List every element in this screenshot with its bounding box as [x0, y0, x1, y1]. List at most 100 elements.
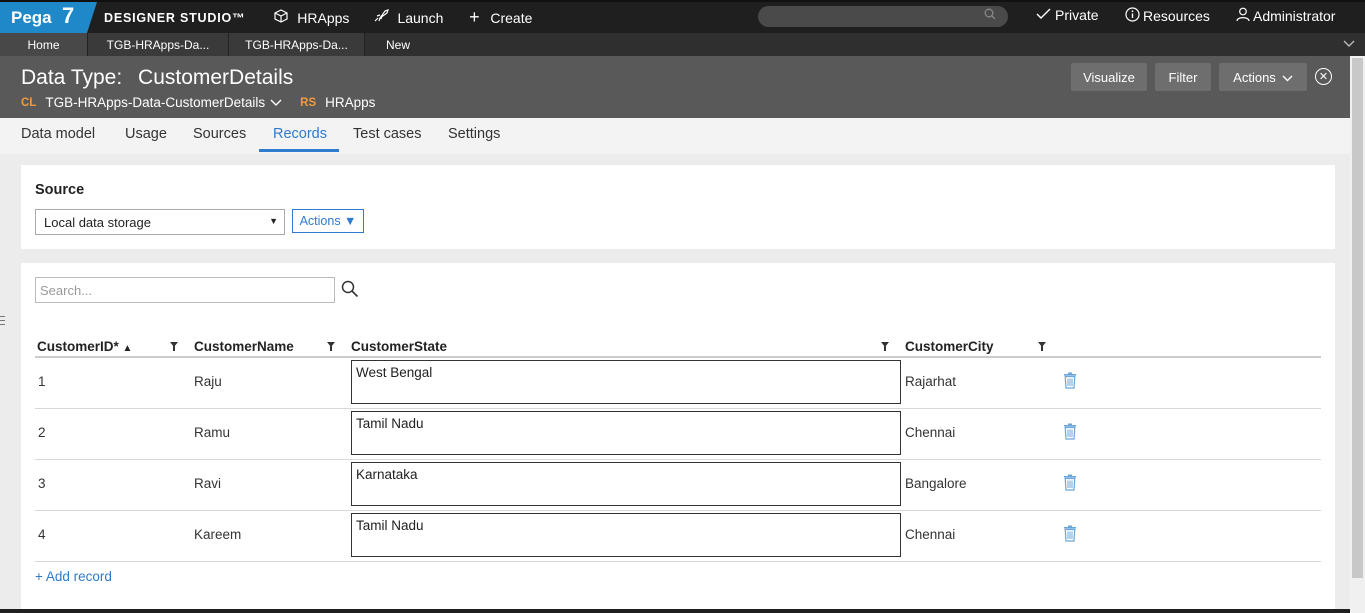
customerid-header-label: CustomerID*: [37, 339, 119, 354]
nav-launch-label: Launch: [397, 9, 444, 26]
administrator-menu[interactable]: Administrator: [1236, 7, 1335, 25]
records-panel: Search... CustomerID* ▲ CustomerName Cus…: [21, 263, 1335, 613]
panel-resize-handle[interactable]: [0, 316, 5, 325]
dropdown-arrow-icon: ▼: [269, 216, 278, 226]
info-icon: [1125, 7, 1140, 25]
logo-version: 7: [62, 3, 75, 28]
table-row: 4 Kareem Tamil Nadu Chennai: [35, 511, 1321, 562]
cell-customercity: Rajarhat: [905, 374, 957, 389]
scrollbar-thumb[interactable]: [1352, 58, 1363, 578]
cell-customerid: 3: [38, 476, 46, 491]
tab-sources[interactable]: Sources: [193, 126, 246, 142]
column-header-customercity[interactable]: CustomerCity: [905, 339, 994, 354]
plus-icon: +: [469, 7, 480, 27]
customerstate-input[interactable]: West Bengal: [351, 360, 901, 404]
tab-usage[interactable]: Usage: [125, 126, 167, 142]
class-value[interactable]: TGB-HRApps-Data-CustomerDetails: [45, 95, 265, 110]
filter-icon[interactable]: [170, 342, 178, 351]
cell-customerid: 1: [38, 374, 46, 389]
close-icon[interactable]: ✕: [1315, 68, 1332, 85]
check-icon: [1036, 7, 1051, 23]
global-search-input[interactable]: [758, 6, 1008, 27]
page-title: Data Type: CustomerDetails: [21, 66, 293, 90]
source-panel: Source Local data storage ▼ Actions ▼: [21, 165, 1335, 249]
cell-customername: Kareem: [194, 527, 242, 542]
trash-icon[interactable]: [1063, 372, 1077, 389]
source-select[interactable]: Local data storage ▼: [35, 209, 285, 235]
table-row: 3 Ravi Karnataka Bangalore: [35, 460, 1321, 511]
trash-icon[interactable]: [1063, 525, 1077, 542]
actions-label: Actions: [1233, 69, 1276, 85]
tab-tgb-hrapps-2[interactable]: TGB-HRApps-Da...: [229, 33, 365, 56]
private-link[interactable]: Private: [1036, 7, 1099, 23]
work-tab-strip: Home TGB-HRApps-Da... TGB-HRApps-Da... N…: [0, 33, 1365, 56]
rule-header: Data Type: CustomerDetails CL TGB-HRApps…: [0, 56, 1350, 118]
source-label: Source: [35, 182, 85, 198]
cell-customerid: 2: [38, 425, 46, 440]
actions-button[interactable]: Actions: [1219, 63, 1307, 91]
studio-name: DESIGNER STUDIO™: [104, 10, 246, 25]
customerstate-input[interactable]: Tamil Nadu: [351, 411, 901, 455]
active-tab-indicator: [259, 149, 339, 152]
logo-text: Pega: [11, 7, 52, 27]
source-actions-button[interactable]: Actions ▼: [292, 209, 364, 233]
private-label: Private: [1055, 7, 1099, 23]
resources-label: Resources: [1143, 8, 1210, 24]
cell-customercity: Chennai: [905, 425, 956, 440]
title-name: CustomerDetails: [138, 66, 294, 89]
visualize-button[interactable]: Visualize: [1071, 63, 1147, 91]
column-header-customerid[interactable]: CustomerID* ▲: [37, 339, 132, 354]
nav-hrapps[interactable]: HRApps: [273, 9, 349, 26]
column-header-customername[interactable]: CustomerName: [194, 339, 294, 354]
administrator-label: Administrator: [1253, 8, 1336, 24]
class-tag: CL: [21, 96, 37, 109]
ruleset-tag: RS: [300, 96, 317, 109]
rule-meta: CL TGB-HRApps-Data-CustomerDetails RS HR…: [21, 95, 375, 110]
customerstate-input[interactable]: Karnataka: [351, 462, 901, 506]
filter-icon[interactable]: [881, 342, 889, 351]
cell-customerid: 4: [38, 527, 46, 542]
rule-tabs: Data model Usage Sources Records Test ca…: [0, 118, 1350, 154]
trash-icon[interactable]: [1063, 423, 1077, 440]
cell-customername: Ramu: [194, 425, 231, 440]
search-icon: [984, 8, 996, 23]
records-search-input[interactable]: Search...: [35, 277, 335, 303]
table-row: 1 Raju West Bengal Rajarhat: [35, 358, 1321, 409]
cell-customername: Raju: [194, 374, 222, 389]
cube-icon: [273, 9, 289, 26]
chevron-down-icon: [1282, 70, 1293, 85]
table-row: 2 Ramu Tamil Nadu Chennai: [35, 409, 1321, 460]
bottom-edge: [0, 609, 1350, 613]
nav-launch[interactable]: Launch: [373, 9, 443, 26]
pega-logo[interactable]: Pega 7: [0, 2, 97, 33]
title-prefix: Data Type:: [21, 66, 123, 89]
tab-new[interactable]: New: [365, 33, 431, 56]
trash-icon[interactable]: [1063, 474, 1077, 491]
filter-icon[interactable]: [327, 342, 335, 351]
sort-ascending-icon: ▲: [122, 343, 133, 354]
filter-icon[interactable]: [1038, 342, 1046, 351]
tab-tgb-hrapps-1[interactable]: TGB-HRApps-Da...: [88, 33, 229, 56]
rocket-icon: [373, 9, 390, 26]
nav-create[interactable]: + Create: [466, 7, 532, 28]
nav-create-label: Create: [490, 9, 533, 26]
source-selected-value: Local data storage: [44, 215, 151, 230]
customerstate-input[interactable]: Tamil Nadu: [351, 513, 901, 557]
tab-test-cases[interactable]: Test cases: [353, 126, 422, 142]
tab-data-model[interactable]: Data model: [21, 126, 95, 142]
cell-customername: Ravi: [194, 476, 222, 491]
cell-customercity: Bangalore: [905, 476, 967, 491]
tab-records[interactable]: Records: [273, 126, 327, 142]
ruleset-value: HRApps: [325, 95, 376, 110]
chevron-down-icon[interactable]: [1343, 36, 1355, 51]
tab-settings[interactable]: Settings: [448, 126, 500, 142]
chevron-down-icon[interactable]: [270, 95, 282, 110]
add-record-link[interactable]: + Add record: [35, 569, 112, 584]
filter-button[interactable]: Filter: [1155, 63, 1211, 91]
column-header-customerstate[interactable]: CustomerState: [351, 339, 447, 354]
tab-home[interactable]: Home: [0, 33, 88, 56]
cell-customercity: Chennai: [905, 527, 956, 542]
resources-link[interactable]: Resources: [1125, 7, 1210, 25]
user-icon: [1236, 7, 1250, 25]
search-icon[interactable]: [341, 280, 359, 298]
